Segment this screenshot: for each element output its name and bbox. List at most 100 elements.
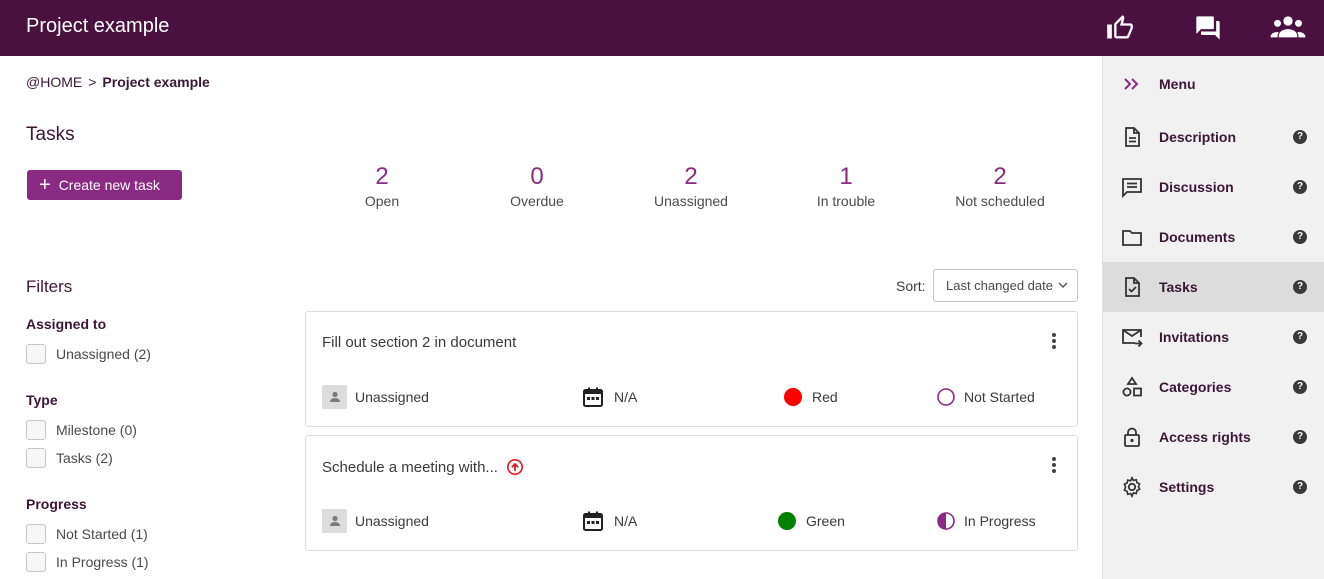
sidebar-item-label: Invitations — [1159, 329, 1230, 345]
stat-value: 2 — [375, 163, 389, 190]
filter-option-in-progress[interactable]: In Progress (1) — [26, 551, 149, 573]
stat-value: 2 — [684, 163, 698, 190]
chat-icon — [1121, 176, 1143, 198]
task-title[interactable]: Fill out section 2 in document — [322, 334, 516, 351]
task-title-text: Fill out section 2 in document — [322, 334, 517, 351]
stat-in-trouble: 1 In trouble — [771, 162, 921, 210]
task-card[interactable]: Schedule a meeting with... Unassigned N/… — [305, 435, 1078, 551]
checkbox[interactable] — [26, 448, 46, 468]
stat-open: 2 Open — [307, 162, 457, 210]
sidebar-item-label: Discussion — [1159, 179, 1234, 195]
task-date: N/A — [582, 385, 637, 409]
task-assignee: Unassigned — [322, 385, 429, 409]
sort-select[interactable]: Last changed date — [933, 269, 1078, 302]
filter-option-label: Not Started (1) — [56, 526, 148, 542]
task-status-text: Green — [806, 513, 845, 529]
sidebar-item-label: Menu — [1159, 76, 1196, 92]
sidebar-item-categories[interactable]: Categories ? — [1103, 362, 1324, 412]
checkbox[interactable] — [26, 552, 46, 572]
filter-option-label: Tasks (2) — [56, 450, 113, 466]
help-icon[interactable]: ? — [1293, 230, 1307, 244]
task-stats: 2 Open 0 Overdue 2 Unassigned 1 In troub… — [305, 162, 1078, 212]
stat-label: Not scheduled — [955, 193, 1045, 209]
person-icon — [322, 385, 347, 409]
filters-title: Filters — [26, 277, 73, 296]
more-options-icon[interactable] — [1045, 330, 1063, 352]
stat-value: 0 — [530, 163, 544, 190]
checkbox[interactable] — [26, 420, 46, 440]
help-icon[interactable]: ? — [1293, 330, 1307, 344]
task-progress: Not Started — [937, 385, 1035, 409]
sidebar-item-discussion[interactable]: Discussion ? — [1103, 162, 1324, 212]
people-icon[interactable] — [1270, 14, 1306, 42]
breadcrumb: @HOME > Project example — [26, 74, 210, 90]
sidebar: Menu Description ? Discussion ? Document… — [1102, 56, 1324, 579]
task-title[interactable]: Schedule a meeting with... — [322, 458, 524, 476]
help-icon[interactable]: ? — [1293, 380, 1307, 394]
stat-label: Overdue — [510, 193, 564, 209]
sidebar-item-label: Access rights — [1159, 429, 1251, 445]
stat-overdue: 0 Overdue — [462, 162, 612, 210]
filter-group-progress: Progress — [26, 496, 87, 512]
status-red-dot-icon — [784, 388, 802, 406]
progress-in-progress-icon — [937, 512, 955, 530]
person-icon — [322, 509, 347, 533]
priority-up-icon — [506, 459, 523, 475]
filter-option-not-started[interactable]: Not Started (1) — [26, 523, 148, 545]
stat-unassigned: 2 Unassigned — [616, 162, 766, 210]
more-options-icon[interactable] — [1045, 454, 1063, 476]
sort-value: Last changed date — [946, 278, 1053, 293]
sidebar-item-label: Categories — [1159, 379, 1232, 395]
task-card[interactable]: Fill out section 2 in document Unassigne… — [305, 311, 1078, 427]
help-icon[interactable]: ? — [1293, 130, 1307, 144]
checkbox[interactable] — [26, 344, 46, 364]
sidebar-item-settings[interactable]: Settings ? — [1103, 462, 1324, 512]
sidebar-item-tasks[interactable]: Tasks ? — [1103, 262, 1324, 312]
help-icon[interactable]: ? — [1293, 180, 1307, 194]
sidebar-item-label: Settings — [1159, 479, 1215, 495]
help-icon[interactable]: ? — [1293, 280, 1307, 294]
sidebar-item-description[interactable]: Description ? — [1103, 112, 1324, 162]
status-green-dot-icon — [778, 512, 796, 530]
stat-value: 1 — [839, 163, 853, 190]
mail-forward-icon — [1121, 326, 1143, 348]
breadcrumb-separator: > — [88, 74, 97, 90]
filter-option-label: In Progress (1) — [56, 554, 149, 570]
task-date: N/A — [582, 509, 637, 533]
task-assignee-text: Unassigned — [355, 513, 429, 529]
task-progress-text: Not Started — [964, 389, 1035, 405]
stat-value: 2 — [993, 163, 1007, 190]
lock-icon — [1121, 426, 1143, 448]
calendar-icon — [583, 387, 603, 407]
sidebar-item-label: Documents — [1159, 229, 1236, 245]
shapes-icon — [1121, 376, 1143, 398]
plus-icon: + — [39, 174, 51, 196]
forum-icon[interactable] — [1194, 14, 1222, 42]
help-icon[interactable]: ? — [1293, 430, 1307, 444]
task-progress: In Progress — [937, 509, 1036, 533]
sidebar-item-invitations[interactable]: Invitations ? — [1103, 312, 1324, 362]
task-assignee-text: Unassigned — [355, 389, 429, 405]
stat-label: Open — [364, 193, 400, 209]
sidebar-item-menu[interactable]: Menu — [1103, 59, 1324, 109]
chevron-down-icon — [1058, 282, 1068, 288]
breadcrumb-home-link[interactable]: @HOME — [26, 74, 82, 90]
sort-label: Sort: — [896, 278, 926, 294]
filter-option-tasks[interactable]: Tasks (2) — [26, 447, 113, 469]
task-progress-text: In Progress — [964, 513, 1036, 529]
filter-option-milestone[interactable]: Milestone (0) — [26, 419, 137, 441]
task-status-text: Red — [812, 389, 838, 405]
task-status: Green — [778, 509, 845, 533]
top-bar: Project example — [0, 0, 1324, 56]
filter-option-unassigned[interactable]: Unassigned (2) — [26, 343, 151, 365]
task-status: Red — [784, 385, 838, 409]
sidebar-item-access-rights[interactable]: Access rights ? — [1103, 412, 1324, 462]
checkbox[interactable] — [26, 524, 46, 544]
filter-option-label: Unassigned (2) — [56, 346, 151, 362]
sidebar-item-documents[interactable]: Documents ? — [1103, 212, 1324, 262]
task-date-text: N/A — [614, 513, 638, 529]
help-icon[interactable]: ? — [1293, 480, 1307, 494]
create-new-task-button[interactable]: + Create new task — [27, 170, 182, 200]
stat-not-scheduled: 2 Not scheduled — [925, 162, 1075, 210]
thumbs-up-icon[interactable] — [1106, 14, 1134, 42]
